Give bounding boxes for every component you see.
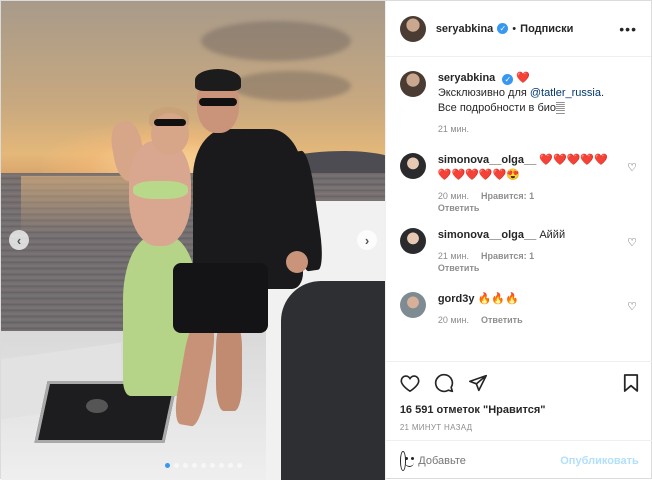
comment-item: simonova__olga__ ❤️❤️❤️❤️❤️❤️❤️❤️❤️❤️😍 2… <box>399 153 637 214</box>
comment-like-heart-icon[interactable]: ♡ <box>627 300 637 313</box>
hatch-handle <box>86 399 108 413</box>
post-header: seryabkina ✓ • Подписки ••• <box>385 1 651 57</box>
reply-button[interactable]: Ответить <box>481 315 523 325</box>
carousel-dot <box>228 463 233 468</box>
comment-likes[interactable]: Нравится: 1 <box>481 191 534 201</box>
comment-item: simonova__olga__ Аййй 21 мин. Нравится: 1… <box>399 228 637 274</box>
caption-text-suffix: . <box>600 87 605 99</box>
avatar[interactable] <box>399 153 426 179</box>
carousel-dot <box>183 463 188 468</box>
carousel-prev-button[interactable]: ‹ <box>9 230 29 250</box>
reply-button[interactable]: Ответить <box>438 263 480 273</box>
caption-line2: Все подробности в био𝄛 <box>437 102 565 114</box>
carousel-dot <box>210 463 215 468</box>
man-hand <box>286 251 308 273</box>
comment-meta: 21 мин. Нравится: 1 Ответить <box>438 250 618 274</box>
caption: seryabkina ✓ ❤️ Эксклюзивно для @tatler_… <box>399 71 637 135</box>
bookmark-icon[interactable] <box>623 373 639 393</box>
carousel-dot <box>237 463 242 468</box>
add-comment-bar: Опубликовать <box>385 440 652 480</box>
caption-mention-link[interactable]: @tatler_russia <box>530 87 601 99</box>
post-actions: 16 591 отметок "Нравится" 21 МИНУТ НАЗАД <box>385 361 652 432</box>
more-options-icon[interactable]: ••• <box>619 21 637 37</box>
verified-badge-icon: ✓ <box>502 74 514 85</box>
comment-body: simonova__olga__ Аййй 21 мин. Нравится: 1… <box>438 228 618 274</box>
following-button[interactable]: Подписки <box>520 23 573 35</box>
caption-body: seryabkina ✓ ❤️ Эксклюзивно для @tatler_… <box>438 71 618 135</box>
likes-count[interactable]: 16 591 отметок "Нравится" <box>400 404 639 416</box>
woman-sunglasses <box>154 119 186 126</box>
cloud <box>201 21 351 61</box>
comment-input[interactable] <box>418 454 561 467</box>
comment-text: 🔥🔥🔥 <box>477 293 519 305</box>
header-username[interactable]: seryabkina <box>436 23 493 35</box>
emoji-icon[interactable] <box>399 450 415 471</box>
caption-heart: ❤️ <box>516 72 531 84</box>
comment-body: simonova__olga__ ❤️❤️❤️❤️❤️❤️❤️❤️❤️❤️😍 2… <box>438 153 618 214</box>
post-timestamp[interactable]: 21 МИНУТ НАЗАД <box>400 423 639 432</box>
caption-text: Эксклюзивно для <box>437 87 530 99</box>
carousel-next-button[interactable]: › <box>357 230 377 250</box>
comment-like-heart-icon[interactable]: ♡ <box>627 161 637 174</box>
comment-item: gord3y 🔥🔥🔥 20 мин. Ответить ♡ <box>399 292 637 326</box>
carousel-dot <box>174 463 179 468</box>
action-icons <box>400 372 639 394</box>
boat-window <box>281 281 385 480</box>
comment-text: Аййй <box>539 229 566 241</box>
man-shorts <box>173 263 268 333</box>
carousel-dot <box>201 463 206 468</box>
comment-username[interactable]: simonova__olga__ <box>438 154 536 166</box>
man-leg <box>216 321 242 411</box>
comment-time[interactable]: 20 мин. <box>438 315 469 325</box>
share-icon[interactable] <box>468 374 488 392</box>
avatar[interactable] <box>399 292 426 318</box>
caption-time[interactable]: 21 мин. <box>438 123 618 135</box>
comment-icon[interactable] <box>434 373 454 393</box>
comment-username[interactable]: simonova__olga__ <box>438 229 536 241</box>
caption-username[interactable]: seryabkina <box>438 72 495 84</box>
comment-meta: 20 мин. Ответить <box>438 314 618 326</box>
avatar[interactable] <box>399 228 426 254</box>
comment-time[interactable]: 21 мин. <box>438 251 469 261</box>
reply-button[interactable]: Ответить <box>438 203 480 213</box>
avatar[interactable] <box>399 71 426 97</box>
carousel-dots <box>165 463 242 468</box>
publish-button[interactable]: Опубликовать <box>560 455 639 467</box>
woman-top <box>133 181 188 199</box>
verified-badge-icon: ✓ <box>497 23 509 34</box>
man-sunglasses <box>199 98 237 106</box>
carousel-dot <box>165 463 170 468</box>
instagram-post-modal: ‹ › seryabkina ✓ • Подписки ••• seryabki… <box>0 0 652 480</box>
carousel-dot <box>219 463 224 468</box>
comment-likes[interactable]: Нравится: 1 <box>481 251 534 261</box>
carousel-dot <box>192 463 197 468</box>
post-photo[interactable]: ‹ › <box>1 1 385 480</box>
like-heart-icon[interactable] <box>400 374 420 392</box>
comment-like-heart-icon[interactable]: ♡ <box>627 236 637 249</box>
comment-meta: 20 мин. Нравится: 1 Ответить <box>438 190 618 214</box>
post-side-panel: seryabkina ✓ • Подписки ••• seryabkina ✓… <box>384 1 652 480</box>
comment-username[interactable]: gord3y <box>438 293 475 305</box>
cloud <box>231 71 351 101</box>
comment-body: gord3y 🔥🔥🔥 20 мин. Ответить <box>438 292 618 326</box>
comment-time[interactable]: 20 мин. <box>438 191 469 201</box>
man-hair <box>195 69 241 91</box>
header-separator: • <box>512 22 517 35</box>
avatar[interactable] <box>399 15 426 42</box>
comments-list: seryabkina ✓ ❤️ Эксклюзивно для @tatler_… <box>386 57 651 326</box>
